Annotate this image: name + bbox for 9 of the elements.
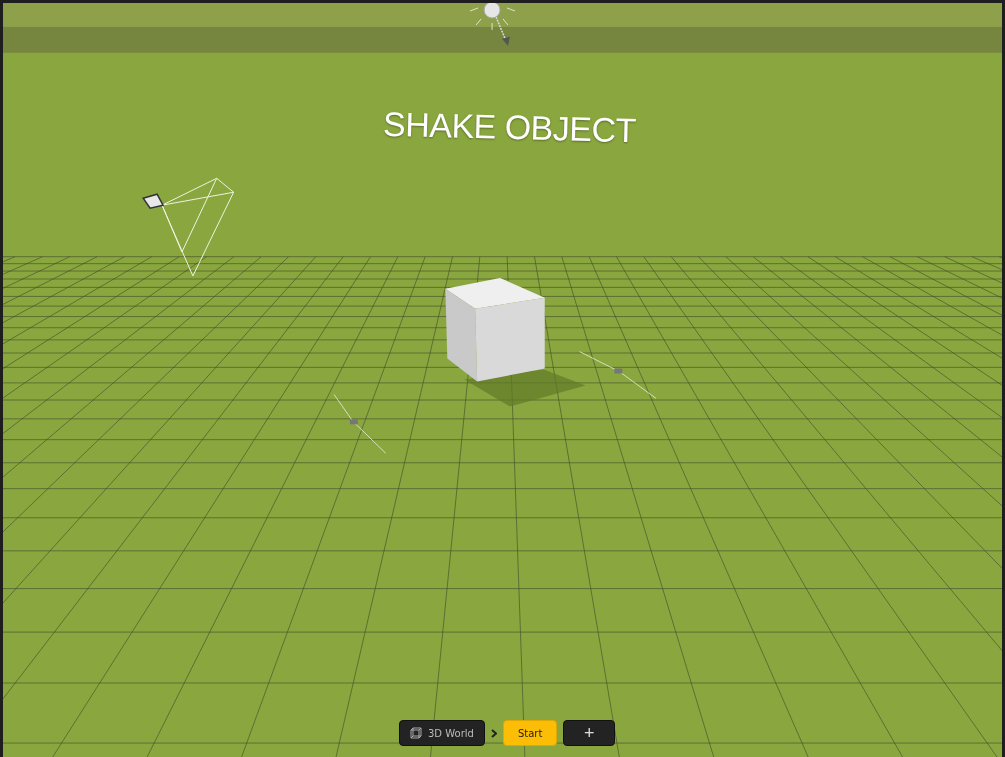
cube-drawing[interactable] <box>445 277 586 407</box>
chevron-right-icon <box>490 728 497 738</box>
cube-icon <box>410 727 422 739</box>
camera-drawing[interactable] <box>141 177 235 277</box>
scene-crumb-button[interactable]: 3D World <box>399 720 485 746</box>
node-crumb-button[interactable]: Start <box>502 720 558 746</box>
scene-title-text: SHAKE OBJECT <box>382 104 637 151</box>
add-button[interactable]: + <box>563 720 616 746</box>
light-source-drawing[interactable] <box>469 3 516 46</box>
